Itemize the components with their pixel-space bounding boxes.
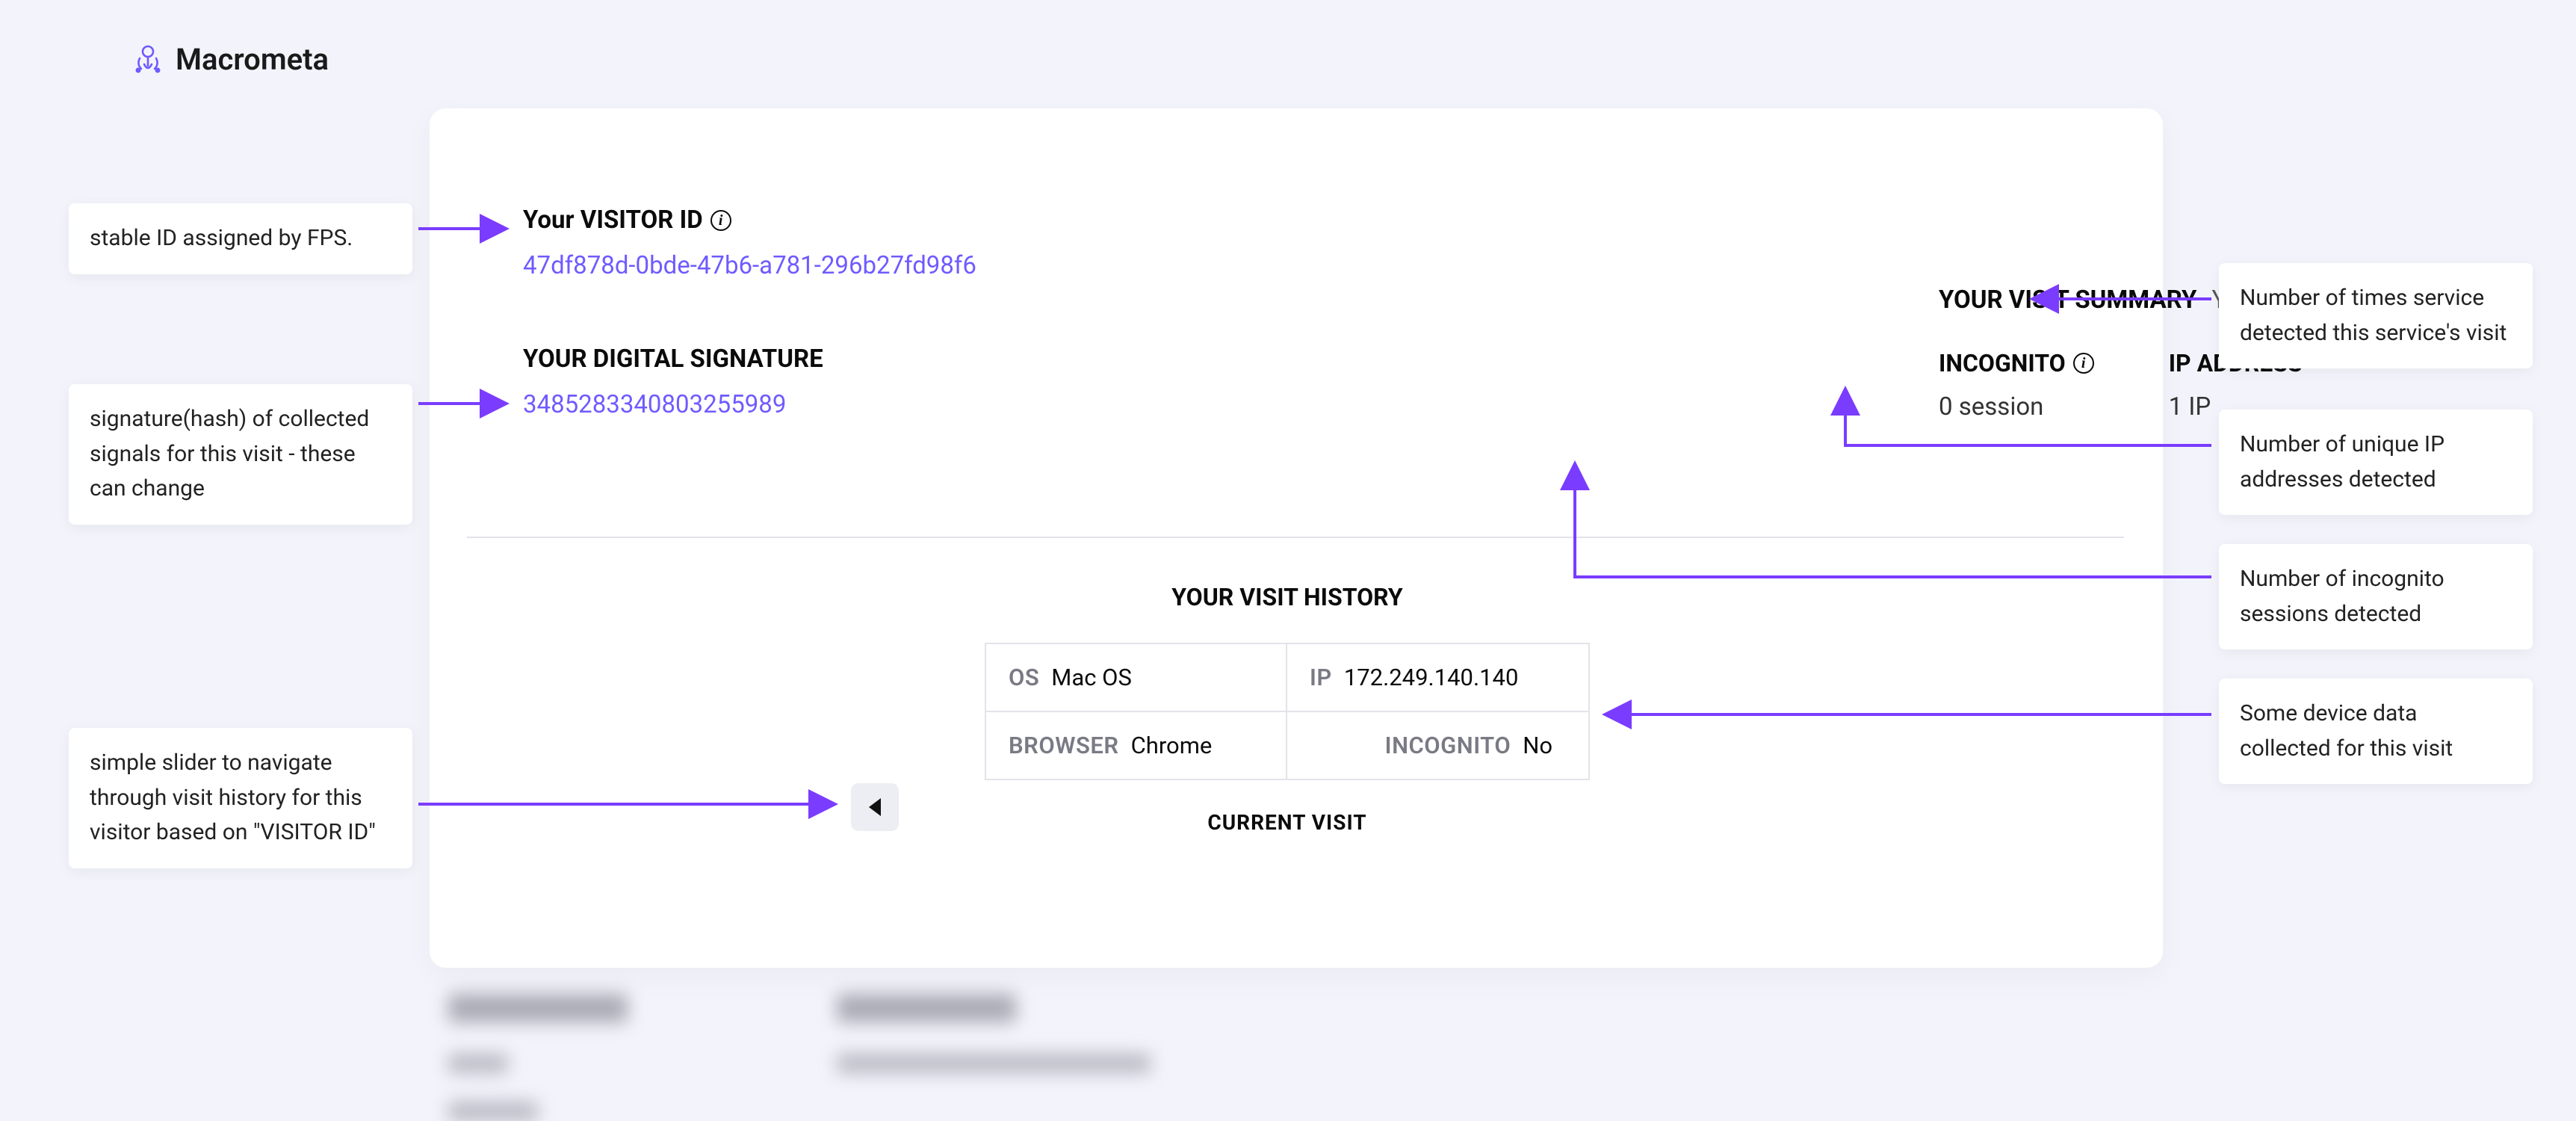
blurred-content [448,994,2152,1121]
divider [467,537,2124,538]
brand-icon [131,40,165,78]
incognito-stat: INCOGNITO i 0 session [1939,349,2094,421]
visit-history-section: YOUR VISIT HISTORY OS Mac OS IP 172.249.… [985,583,1590,835]
chevron-left-icon [869,798,881,816]
history-cell-os: OS Mac OS [986,644,1287,712]
visitor-id-value: 47df878d-0bde-47b6-a781-296b27fd98f6 [523,251,2163,280]
history-title: YOUR VISIT HISTORY [985,583,1590,611]
summary-label: YOUR VISIT SUMMARY [1939,285,2196,315]
signature-label: YOUR DIGITAL SIGNATURE [523,345,823,374]
brand-name: Macrometa [176,42,329,77]
callout-visit-count: Number of times service detected this se… [2219,263,2533,368]
callout-ip-count: Number of unique IP addresses detected [2219,410,2533,515]
main-card: Your VISITOR ID i 47df878d-0bde-47b6-a78… [430,108,2163,968]
history-cell-browser: BROWSER Chrome [986,712,1287,779]
info-icon[interactable]: i [2073,353,2094,374]
incognito-value: 0 session [1939,392,2094,421]
callout-slider: simple slider to navigate through visit … [69,728,412,868]
history-cell-incognito: INCOGNITO No [1287,712,1588,779]
info-icon[interactable]: i [710,210,731,231]
incognito-label: INCOGNITO [1939,349,2066,377]
history-cell-ip: IP 172.249.140.140 [1287,644,1588,712]
visitor-id-label: Your VISITOR ID [523,206,703,235]
history-prev-button[interactable] [851,783,899,831]
callout-signature: signature(hash) of collected signals for… [69,384,412,525]
callout-device-data: Some device data collected for this visi… [2219,679,2533,784]
signature-value: 3485283340803255989 [523,390,2163,419]
callout-incognito-count: Number of incognito sessions detected [2219,544,2533,649]
signature-section: YOUR DIGITAL SIGNATURE 34852833408032559… [523,345,2163,419]
callout-visitor-id: stable ID assigned by FPS. [69,203,412,274]
visitor-id-section: Your VISITOR ID i 47df878d-0bde-47b6-a78… [523,206,2163,280]
history-table: OS Mac OS IP 172.249.140.140 BROWSER Chr… [985,643,1590,780]
current-visit-label: CURRENT VISIT [985,810,1590,835]
brand-logo: Macrometa [131,40,329,78]
